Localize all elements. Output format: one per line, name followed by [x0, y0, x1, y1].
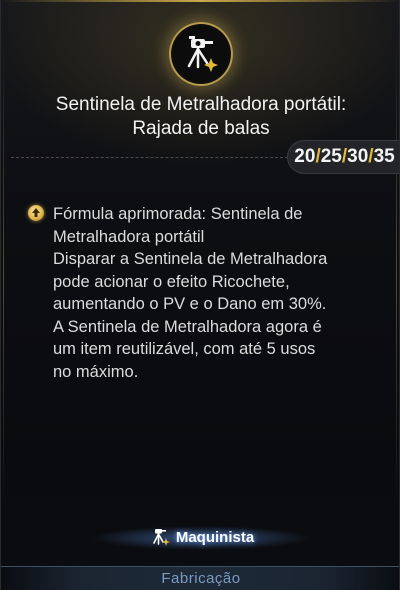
description-line: um item reutilizável, com até 5 usos [53, 340, 316, 358]
level-value: 25 [320, 146, 342, 167]
skill-title-line-1: Sentinela de Metralhadora portátil: [55, 94, 347, 115]
category-label: Fabricação [161, 570, 241, 587]
level-requirements-badge: 20/25/30/35 [287, 140, 399, 174]
level-value: 20 [294, 146, 316, 167]
skill-emblem [169, 22, 233, 86]
description-line: pode acionar o efeito Ricochete, [53, 272, 290, 291]
turret-icon [187, 36, 218, 72]
turret-icon [153, 529, 170, 546]
description-line: no máximo. [53, 362, 139, 381]
class-tag: Maquinista [1, 522, 399, 552]
description-line: A Sentinela de Metralhadora agora é [53, 317, 322, 336]
upgrade-description: Fórmula aprimorada: Sentinela de Metralh… [53, 203, 373, 383]
level-value: 35 [373, 146, 395, 167]
top-rim [1, 0, 399, 2]
description-line: aumentando o PV e o Dano em 30%. [53, 295, 327, 313]
title-divider [11, 157, 293, 158]
description-line: Fórmula aprimorada: Sentinela de [53, 205, 303, 223]
upgrade-arrow-icon [28, 205, 44, 221]
category-footer: Fabricação [1, 566, 399, 590]
skill-title: Sentinela de Metralhadora portátil: Raja… [1, 93, 399, 141]
level-value: 30 [347, 146, 369, 167]
skill-title-line-2: Rajada de balas [132, 118, 270, 139]
class-tag-label: Maquinista [175, 528, 255, 546]
description-line: Metralhadora portátil [53, 227, 205, 246]
skill-tooltip-card: Sentinela de Metralhadora portátil: Raja… [0, 0, 400, 590]
description-line: Disparar a Sentinela de Metralhadora [53, 250, 328, 268]
